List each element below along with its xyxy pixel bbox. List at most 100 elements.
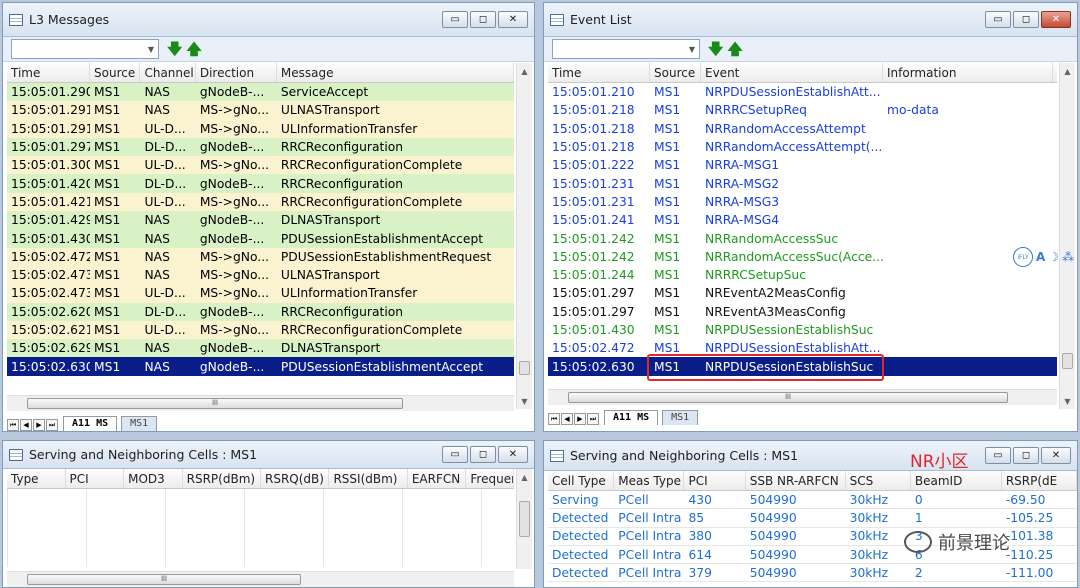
table-row[interactable]: 15:05:01.291 MS1 NAS MS->gNo... ULNASTranspo…	[7, 101, 514, 120]
close-button[interactable]: ✕	[498, 446, 528, 463]
scroll-up-icon[interactable]: ▲	[517, 63, 532, 79]
column-header-events-1[interactable]: Source	[650, 63, 701, 82]
table-row[interactable]: 15:05:01.300 MS1 UL-D... MS->gNo... RRCRecon…	[7, 156, 514, 175]
scroll-up-icon[interactable]: ▲	[517, 469, 532, 485]
table-row[interactable]: 15:05:02.473 MS1 NAS MS->gNo... ULNASTranspo…	[7, 265, 514, 285]
minimize-button[interactable]: ▭	[985, 11, 1011, 28]
scroll-down-icon[interactable]: ▼	[517, 393, 532, 409]
table-row[interactable]: Detected PCell Intra 85 504990 30kHz 1 -105.25	[548, 509, 1077, 528]
column-header-nr_cells-0[interactable]: Cell Type	[548, 471, 615, 490]
column-header-l3-0[interactable]: Time	[7, 63, 91, 82]
font-icon[interactable]: A	[1036, 250, 1045, 264]
column-header-nr_cells-1[interactable]: Meas Type	[614, 471, 685, 490]
next-icon[interactable]: ▶	[33, 419, 45, 431]
lte-vscroll[interactable]: ▲	[516, 469, 532, 569]
table-row[interactable]: 15:05:02.472 MS1 NAS MS->gNo... PDUSessionEs…	[7, 247, 514, 266]
table-row[interactable]: 15:05:01.218 MS1 NRRRCSetupReq mo-data	[548, 101, 1057, 119]
close-button[interactable]: ✕	[1041, 11, 1071, 28]
scroll-thumb[interactable]	[519, 361, 530, 375]
table-row[interactable]: Serving PCell 430 504990 30kHz 0 -69.50	[548, 491, 1077, 510]
table-row[interactable]: 15:05:01.297 MS1 NREventA3MeasConfig	[548, 303, 1057, 321]
event-hscroll[interactable]: lll	[548, 389, 1057, 405]
settings-icon[interactable]: ⁂	[1062, 250, 1074, 264]
column-header-events-0[interactable]: Time	[548, 63, 650, 82]
column-header-nr_cells-6[interactable]: RSRP(dE	[1002, 471, 1077, 490]
arrow-up-icon[interactable]: 🡅	[186, 41, 201, 57]
table-row[interactable]: Detected PCell Intra 379 504990 30kHz 2 -111.0…	[548, 564, 1077, 583]
table-row[interactable]: 15:05:01.297 MS1 DL-D... gNodeB-... RRCRecon…	[7, 137, 514, 157]
tab-all-ms[interactable]: A11 MS	[604, 410, 659, 425]
minimize-button[interactable]: ▭	[442, 11, 468, 28]
table-row[interactable]: 15:05:02.630 MS1 NAS gNodeB-... PDUSessionEs…	[7, 357, 514, 376]
table-row[interactable]: 15:05:01.242 MS1 NRRandomAccessSuc	[548, 229, 1057, 247]
column-header-events-2[interactable]: Event	[701, 63, 883, 82]
column-header-l3-4[interactable]: Message	[277, 63, 514, 82]
scroll-thumb[interactable]	[519, 501, 530, 537]
column-header-lte_cells-5[interactable]: RSSI(dBm)	[329, 469, 408, 488]
first-icon[interactable]: ⏮	[548, 413, 560, 425]
minimize-button[interactable]: ▭	[442, 446, 468, 463]
table-row[interactable]: 15:05:01.420 MS1 DL-D... gNodeB-... RRCRecon…	[7, 174, 514, 193]
table-row[interactable]: 15:05:01.231 MS1 NRRA-MSG3	[548, 193, 1057, 211]
table-row[interactable]: 15:05:01.218 MS1 NRRandomAccessAttempt(...	[548, 138, 1057, 156]
table-row[interactable]: 15:05:02.473 MS1 UL-D... MS->gNo... ULInform…	[7, 284, 514, 303]
first-icon[interactable]: ⏮	[7, 419, 19, 431]
lte-hscroll[interactable]: lll	[7, 571, 514, 587]
table-row[interactable]: 15:05:02.629 MS1 NAS gNodeB-... DLNASTranspo…	[7, 339, 514, 358]
table-row[interactable]: 15:05:01.218 MS1 NRRandomAccessAttempt	[548, 120, 1057, 138]
event-vscroll[interactable]: ▲ ▼	[1059, 63, 1075, 409]
ifly-toolbar[interactable]: iFLY A ☽ ⁂	[1013, 247, 1074, 267]
scroll-up-icon[interactable]: ▲	[1060, 63, 1075, 79]
table-row[interactable]: 15:05:01.297 MS1 NREventA2MeasConfig	[548, 284, 1057, 302]
tab-ms1[interactable]: MS1	[121, 416, 158, 431]
column-header-lte_cells-6[interactable]: EARFCN	[408, 469, 467, 488]
table-row[interactable]: 15:05:01.210 MS1 NRPDUSessionEstablishAtt.…	[548, 83, 1057, 101]
close-button[interactable]: ✕	[1041, 447, 1071, 464]
table-row[interactable]: 15:05:01.241 MS1 NRRA-MSG4	[548, 211, 1057, 229]
column-header-lte_cells-1[interactable]: PCI	[66, 469, 125, 488]
table-row[interactable]: 15:05:01.231 MS1 NRRA-MSG2	[548, 174, 1057, 192]
last-icon[interactable]: ⏭	[587, 413, 599, 425]
ifly-icon[interactable]: iFLY	[1013, 247, 1033, 267]
table-row[interactable]: 15:05:01.430 MS1 NAS gNodeB-... PDUSessionEs…	[7, 229, 514, 248]
maximize-button[interactable]: ◻	[470, 11, 496, 28]
l3-vscroll[interactable]: ▲ ▼	[516, 63, 532, 409]
column-header-nr_cells-2[interactable]: PCI	[684, 471, 746, 490]
maximize-button[interactable]: ◻	[470, 446, 496, 463]
arrow-down-icon[interactable]: 🡇	[167, 41, 182, 57]
column-header-nr_cells-3[interactable]: SSB NR-ARFCN	[746, 471, 846, 490]
table-row[interactable]: 15:05:01.222 MS1 NRRA-MSG1	[548, 156, 1057, 174]
hscroll-thumb[interactable]: lll	[27, 574, 301, 585]
event-filter-combo[interactable]: ▼	[552, 39, 700, 59]
column-header-l3-3[interactable]: Direction	[196, 63, 277, 82]
minimize-button[interactable]: ▭	[985, 447, 1011, 464]
column-header-lte_cells-7[interactable]: Frequer	[466, 469, 515, 488]
column-header-l3-1[interactable]: Source	[90, 63, 141, 82]
l3-hscroll[interactable]: lll	[7, 395, 514, 411]
tab-all-ms[interactable]: A11 MS	[63, 416, 118, 431]
table-row[interactable]: 15:05:02.620 MS1 DL-D... gNodeB-... RRCRecon…	[7, 302, 514, 321]
chevron-down-icon[interactable]: ▼	[685, 40, 699, 58]
table-row[interactable]: 15:05:01.421 MS1 UL-D... MS->gNo... RRCRecon…	[7, 192, 514, 212]
l3-filter-combo[interactable]: ▼	[11, 39, 159, 59]
column-header-nr_cells-5[interactable]: BeamID	[911, 471, 1002, 490]
prev-icon[interactable]: ◀	[20, 419, 32, 431]
column-header-nr_cells-4[interactable]: SCS	[846, 471, 911, 490]
column-header-lte_cells-2[interactable]: MOD3	[124, 469, 183, 488]
moon-icon[interactable]: ☽	[1048, 250, 1059, 264]
next-icon[interactable]: ▶	[574, 413, 586, 425]
table-row[interactable]: 15:05:01.291 MS1 UL-D... MS->gNo... ULInform…	[7, 119, 514, 138]
table-row[interactable]: 15:05:01.244 MS1 NRRRCSetupSuc	[548, 266, 1057, 284]
last-icon[interactable]: ⏭	[46, 419, 58, 431]
maximize-button[interactable]: ◻	[1013, 447, 1039, 464]
arrow-up-icon[interactable]: 🡅	[727, 41, 742, 57]
table-row[interactable]: 15:05:01.430 MS1 NRPDUSessionEstablishSuc	[548, 321, 1057, 339]
table-row[interactable]: 15:05:01.429 MS1 NAS gNodeB-... DLNASTranspo…	[7, 211, 514, 230]
column-header-l3-2[interactable]: Channel	[140, 63, 196, 82]
maximize-button[interactable]: ◻	[1013, 11, 1039, 28]
scroll-thumb[interactable]	[1062, 353, 1073, 369]
table-row[interactable]: 15:05:01.290 MS1 NAS gNodeB-... ServiceAccep…	[7, 83, 514, 102]
tab-ms1[interactable]: MS1	[662, 410, 699, 425]
scroll-down-icon[interactable]: ▼	[1060, 393, 1075, 409]
hscroll-thumb[interactable]: lll	[27, 398, 403, 409]
